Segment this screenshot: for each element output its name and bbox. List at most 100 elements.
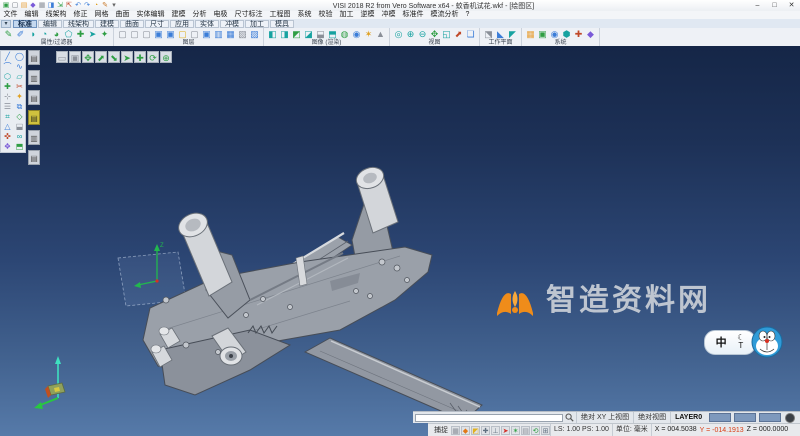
menu-system[interactable]: 系统 bbox=[294, 11, 315, 19]
view-zoom-icon[interactable]: ◎ bbox=[393, 29, 404, 40]
tab-standard[interactable]: 标准 bbox=[13, 19, 37, 28]
target-icon[interactable]: ⊕ bbox=[160, 51, 172, 63]
snap-perp-icon[interactable]: ⊥ bbox=[491, 425, 500, 435]
rotate-icon[interactable]: ⟳ bbox=[147, 51, 159, 63]
edit-icon[interactable]: ✎ bbox=[101, 1, 109, 10]
3d-viewport[interactable]: ╱ ◯ ⌒ ∿ ⬡ ▱ ✚ ✂ ⊹ ✦ ☰ ⧉ ⌗ ◇ △ ⬓ ✜ ∞ ❖ ⬒ ▤ ▥ ▤ ▤ ▥ ▤ ▭ ▣ ✥ ⬈ ⬊ ➤ ✚ ⟳ ⊕ bbox=[0, 46, 800, 436]
layer-4-icon[interactable]: ▣ bbox=[153, 29, 164, 40]
menu-wireframe[interactable]: 线架构 bbox=[42, 11, 70, 19]
menu-file[interactable]: 文件 bbox=[0, 11, 21, 19]
tab-edit[interactable]: 编辑 bbox=[38, 19, 62, 28]
line-tool-icon[interactable]: ╱ bbox=[2, 52, 13, 61]
star-tool-icon[interactable]: ✦ bbox=[14, 92, 25, 101]
system-box-icon[interactable]: ▣ bbox=[537, 29, 548, 40]
view-mode-indicator[interactable]: 绝对 XY 上视图 bbox=[576, 412, 633, 423]
system-hex-icon[interactable]: ⬢ bbox=[561, 29, 572, 40]
layer-12-icon[interactable]: ▨ bbox=[249, 29, 260, 40]
snap-star-icon[interactable]: ✶ bbox=[511, 425, 520, 435]
command-search-input[interactable] bbox=[415, 413, 563, 422]
filter-most-icon[interactable]: ◕ bbox=[51, 29, 62, 40]
print-icon[interactable]: ▦ bbox=[38, 1, 46, 10]
doc-panel-6-icon[interactable]: ▤ bbox=[28, 150, 40, 165]
color-swatch-3[interactable] bbox=[759, 413, 782, 422]
render-sun-icon[interactable]: ✶ bbox=[363, 29, 374, 40]
ime-mode-icons[interactable]: ☾ T bbox=[737, 334, 744, 350]
tab-modeling[interactable]: 建模 bbox=[95, 19, 119, 28]
cad-model-stapler-mechanism[interactable]: Z bbox=[100, 141, 500, 431]
flip-tool-icon[interactable]: ⬒ bbox=[14, 142, 25, 151]
doc-panel-3-icon[interactable]: ▤ bbox=[28, 90, 40, 105]
menu-verify[interactable]: 校验 bbox=[315, 11, 336, 19]
grid-toggle-icon[interactable]: ⊞ bbox=[541, 425, 550, 435]
snap-mid-icon[interactable]: ◩ bbox=[471, 425, 480, 435]
hatch-tool-icon[interactable]: ⌗ bbox=[2, 112, 13, 121]
attr-pick-icon[interactable]: ➤ bbox=[87, 29, 98, 40]
menu-edit[interactable]: 编辑 bbox=[21, 11, 42, 19]
menu-machining[interactable]: 加工 bbox=[336, 11, 357, 19]
doc-panel-2-icon[interactable]: ▥ bbox=[28, 70, 40, 85]
workplane-iso-icon[interactable]: ◤ bbox=[507, 29, 518, 40]
snap-arrow-icon[interactable]: ➤ bbox=[501, 425, 510, 435]
layer-1-icon[interactable]: ▢ bbox=[117, 29, 128, 40]
layer-11-icon[interactable]: ▧ bbox=[237, 29, 248, 40]
layer-7-icon[interactable]: ▢ bbox=[189, 29, 200, 40]
layer-9-icon[interactable]: ▥ bbox=[213, 29, 224, 40]
layer-6-icon[interactable]: ▢ bbox=[177, 29, 188, 40]
system-target-icon[interactable]: ◉ bbox=[549, 29, 560, 40]
view-pan-icon[interactable]: ✥ bbox=[429, 29, 440, 40]
menu-dimension[interactable]: 尺寸标注 bbox=[231, 11, 266, 19]
circle-tool-icon[interactable]: ◯ bbox=[14, 52, 25, 61]
render-prism-icon[interactable]: ▲ bbox=[375, 29, 386, 40]
export-icon[interactable]: ⇱ bbox=[65, 1, 73, 10]
view-zoom-in-icon[interactable]: ⊕ bbox=[405, 29, 416, 40]
open-folder-icon[interactable]: ▤ bbox=[20, 1, 28, 10]
trim-tool-icon[interactable]: ✂ bbox=[14, 82, 25, 91]
tab-surface[interactable]: 曲面 bbox=[120, 19, 144, 28]
system-grid-icon[interactable]: ▦ bbox=[525, 29, 536, 40]
minimize-button[interactable]: – bbox=[749, 1, 766, 11]
render-texture-icon[interactable]: ◍ bbox=[339, 29, 350, 40]
new-file-icon[interactable]: ▢ bbox=[11, 1, 19, 10]
search-icon[interactable] bbox=[565, 413, 574, 422]
add-geo-icon[interactable]: ✚ bbox=[2, 82, 13, 91]
tab-machining[interactable]: 加工 bbox=[245, 19, 269, 28]
render-mode-ball-icon[interactable] bbox=[785, 412, 796, 423]
menu-die[interactable]: 冲模 bbox=[378, 11, 399, 19]
menu-solid-edit[interactable]: 实体编辑 bbox=[133, 11, 168, 19]
snap-point-icon[interactable]: ◆ bbox=[461, 425, 470, 435]
play-icon[interactable]: ➤ bbox=[121, 51, 133, 63]
filter-quarter-icon[interactable]: ◔ bbox=[39, 29, 50, 40]
system-plus-icon[interactable]: ✚ bbox=[573, 29, 584, 40]
menu-mold[interactable]: 逆模 bbox=[357, 11, 378, 19]
attr-edit-icon[interactable]: ✐ bbox=[15, 29, 26, 40]
select-box-icon[interactable]: ▭ bbox=[56, 51, 68, 63]
menu-surface[interactable]: 曲面 bbox=[112, 11, 133, 19]
menu-modeling[interactable]: 建模 bbox=[168, 11, 189, 19]
doc-panel-1-icon[interactable]: ▤ bbox=[28, 50, 40, 65]
gem-tool-icon[interactable]: ❖ bbox=[2, 142, 13, 151]
tab-die[interactable]: 冲模 bbox=[220, 19, 244, 28]
menu-analysis[interactable]: 分析 bbox=[189, 11, 210, 19]
color-swatch-2[interactable] bbox=[734, 413, 757, 422]
workplane-icon[interactable]: ⬔ bbox=[483, 29, 494, 40]
layer-3-icon[interactable]: ▢ bbox=[141, 29, 152, 40]
snap-grid-icon[interactable]: ▦ bbox=[451, 425, 460, 435]
ime-toolbar[interactable]: 中 ☾ T bbox=[704, 325, 784, 359]
polygon-tool-icon[interactable]: ⬡ bbox=[2, 72, 13, 81]
tab-application[interactable]: 应用 bbox=[170, 19, 194, 28]
snap-cross-icon[interactable]: ✚ bbox=[481, 425, 490, 435]
preview-icon[interactable]: ◨ bbox=[47, 1, 55, 10]
refresh-icon[interactable]: ⟲ bbox=[531, 425, 540, 435]
layer-8-icon[interactable]: ▣ bbox=[201, 29, 212, 40]
view-zoom-out-icon[interactable]: ⊖ bbox=[417, 29, 428, 40]
close-button[interactable]: ✕ bbox=[783, 1, 800, 11]
render-gouraud-icon[interactable]: ⬒ bbox=[327, 29, 338, 40]
menu-modify[interactable]: 修正 bbox=[70, 11, 91, 19]
menu-mesh[interactable]: 网格 bbox=[91, 11, 112, 19]
render-light-icon[interactable]: ◉ bbox=[351, 29, 362, 40]
rect-tool-icon[interactable]: ▱ bbox=[14, 72, 25, 81]
attr-star-icon[interactable]: ✦ bbox=[99, 29, 110, 40]
menu-flow-analysis[interactable]: 模流分析 bbox=[427, 11, 462, 19]
render-wire-icon[interactable]: ◪ bbox=[303, 29, 314, 40]
undo-icon[interactable]: ↶ bbox=[74, 1, 82, 10]
